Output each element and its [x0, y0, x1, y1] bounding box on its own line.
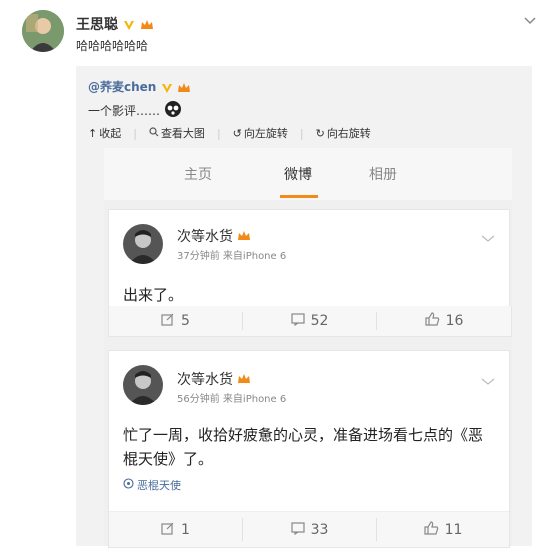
post-menu-chevron-icon[interactable] — [524, 10, 536, 29]
repost-text-row: 一个影评…… — [88, 100, 182, 121]
post-time[interactable]: 37分钟前 — [177, 251, 220, 262]
comment-button[interactable]: 33 — [243, 512, 376, 547]
poster-avatar[interactable] — [22, 10, 64, 52]
comment-count: 33 — [310, 521, 329, 538]
attached-screenshot[interactable]: 主页 微博 相册 次等水货 37分钟前 来自iPhone 6 出来了。 5 52… — [104, 148, 512, 548]
post-text: 哈哈哈哈哈哈 — [76, 39, 149, 53]
repost-count: 5 — [181, 313, 190, 329]
tab-active-indicator — [280, 195, 318, 198]
repost-text: 一个影评…… — [88, 104, 161, 118]
author-name[interactable]: 次等水货 — [177, 226, 233, 246]
topic-icon — [123, 478, 134, 492]
card-menu-chevron-icon[interactable] — [481, 371, 495, 390]
collapse-label: 收起 — [99, 127, 122, 140]
tab-weibo[interactable]: 微博 — [284, 164, 312, 184]
repost-count: 1 — [181, 521, 190, 538]
toolbar-divider: | — [216, 126, 221, 140]
surprised-emoji-icon — [164, 100, 182, 121]
post-meta: 37分钟前 来自iPhone 6 — [177, 247, 286, 262]
post-body: 出来了。 — [123, 286, 184, 304]
card-action-bar: 5 52 16 — [108, 306, 512, 337]
repost-icon — [161, 312, 175, 330]
repost-icon — [161, 521, 175, 539]
author-row: 次等水货 — [177, 226, 251, 246]
topic-link[interactable]: 恶棍天使 — [123, 477, 181, 493]
like-count: 11 — [444, 521, 463, 538]
rotate-right-label: 向右旋转 — [326, 127, 371, 140]
post-meta: 56分钟前 来自iPhone 6 — [177, 390, 286, 405]
post-time[interactable]: 56分钟前 — [177, 394, 220, 405]
arrow-up-icon: ↑ — [88, 126, 98, 140]
like-button[interactable]: 16 — [377, 306, 511, 336]
post-source: 来自iPhone 6 — [222, 251, 287, 262]
profile-tabs: 主页 微博 相册 — [104, 148, 512, 200]
like-button[interactable]: 11 — [377, 512, 509, 547]
post-body: 忙了一周，收拾好疲惫的心灵，准备进场看七点的《恶棍天使》了。 — [123, 426, 484, 468]
repost-button[interactable]: 1 — [109, 512, 242, 547]
thumbs-up-icon — [424, 312, 440, 330]
verified-v-icon — [123, 19, 135, 31]
repost-button[interactable]: 5 — [109, 306, 242, 336]
post-source: 来自iPhone 6 — [222, 394, 287, 405]
tab-home[interactable]: 主页 — [184, 164, 212, 184]
collapse-button[interactable]: ↑ 收起 — [88, 125, 121, 141]
repost-username-row: @荞麦chen — [88, 78, 191, 95]
author-avatar[interactable] — [123, 365, 163, 405]
view-large-label: 查看大图 — [160, 127, 205, 140]
repost-username[interactable]: @荞麦chen — [88, 80, 156, 94]
comment-icon — [290, 521, 305, 539]
rotate-left-icon: ↺ — [232, 126, 242, 140]
rotate-right-icon: ↻ — [315, 126, 325, 140]
tab-album[interactable]: 相册 — [369, 164, 397, 184]
card-menu-chevron-icon[interactable] — [481, 228, 495, 247]
comment-icon — [290, 312, 305, 330]
card-action-bar: 1 33 11 — [109, 511, 509, 547]
rotate-left-button[interactable]: ↺ 向左旋转 — [233, 125, 288, 141]
member-crown-icon — [237, 230, 251, 242]
member-crown-icon — [177, 82, 191, 94]
toolbar-divider: | — [299, 126, 304, 140]
search-icon — [149, 126, 159, 140]
author-name[interactable]: 次等水货 — [177, 369, 233, 389]
like-count: 16 — [445, 313, 464, 329]
author-avatar[interactable] — [123, 224, 163, 264]
rotate-right-button[interactable]: ↻ 向右旋转 — [316, 125, 371, 141]
member-crown-icon — [140, 19, 154, 31]
topic-label: 恶棍天使 — [137, 479, 181, 492]
repost-panel: @荞麦chen 一个影评…… ↑ 收起 | 查看大图 | ↺ 向左旋转 | ↻ … — [76, 66, 532, 548]
rotate-left-label: 向左旋转 — [243, 127, 288, 140]
thumbs-up-icon — [423, 520, 439, 539]
comment-count: 52 — [310, 313, 329, 329]
poster-username-row: 王思聪 — [76, 14, 154, 34]
member-crown-icon — [237, 373, 251, 385]
verified-v-icon — [161, 82, 173, 94]
image-toolbar: ↑ 收起 | 查看大图 | ↺ 向左旋转 | ↻ 向右旋转 — [88, 125, 371, 141]
toolbar-divider: | — [133, 126, 137, 140]
view-large-button[interactable]: 查看大图 — [149, 125, 205, 141]
author-row: 次等水货 — [177, 369, 251, 389]
poster-username[interactable]: 王思聪 — [76, 17, 118, 33]
feed-card: 次等水货 56分钟前 来自iPhone 6 忙了一周，收拾好疲惫的心灵，准备进场… — [108, 350, 510, 548]
comment-button[interactable]: 52 — [243, 306, 376, 336]
